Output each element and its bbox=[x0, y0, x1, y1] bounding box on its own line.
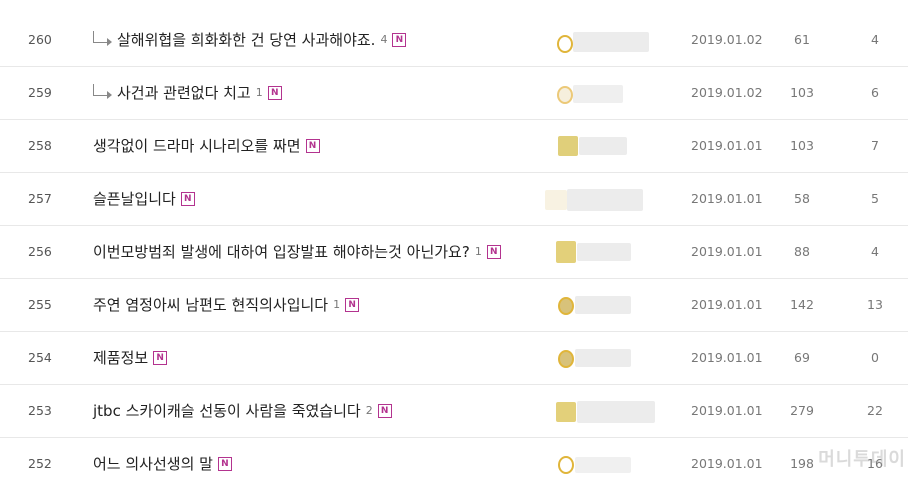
post-number: 255 bbox=[28, 297, 52, 312]
post-title-link[interactable]: 생각없이 드라마 시나리오를 짜면 bbox=[93, 137, 301, 155]
post-date: 2019.01.01 bbox=[691, 456, 763, 471]
post-date: 2019.01.02 bbox=[691, 32, 763, 47]
post-date: 2019.01.01 bbox=[691, 138, 763, 153]
writer-nickname-blurred[interactable] bbox=[553, 347, 663, 369]
table-row[interactable]: 260 살해위협을 희화화한 건 당연 사과해야죠. 4 N 2019.01.0… bbox=[0, 0, 908, 67]
view-count: 103 bbox=[790, 138, 814, 153]
view-count: 142 bbox=[790, 297, 814, 312]
table-row[interactable]: 254 제품정보 N 2019.01.01 69 0 bbox=[0, 332, 908, 385]
post-number: 254 bbox=[28, 350, 52, 365]
like-count: 4 bbox=[871, 32, 879, 47]
post-title-cell: 슬픈날입니다 N bbox=[93, 190, 195, 208]
post-title-link[interactable]: jtbc 스카이캐슬 선동이 사람을 죽였습니다 bbox=[93, 402, 361, 420]
new-badge-icon: N bbox=[486, 245, 501, 259]
comment-count[interactable]: 4 bbox=[380, 31, 387, 49]
post-title-link[interactable]: 사건과 관련없다 치고 bbox=[117, 84, 251, 102]
post-number: 257 bbox=[28, 191, 52, 206]
writer-nickname-blurred[interactable] bbox=[553, 135, 663, 157]
post-title-link[interactable]: 제품정보 bbox=[93, 349, 148, 367]
post-title-cell: 살해위협을 희화화한 건 당연 사과해야죠. 4 N bbox=[93, 31, 407, 49]
view-count: 103 bbox=[790, 85, 814, 100]
post-title-cell: 주연 염정아씨 남편도 현직의사입니다 1 N bbox=[93, 296, 360, 314]
post-title-cell: 사건과 관련없다 치고 1 N bbox=[93, 84, 282, 102]
view-count: 69 bbox=[794, 350, 810, 365]
new-badge-icon: N bbox=[345, 298, 360, 312]
table-row[interactable]: 258 생각없이 드라마 시나리오를 짜면 N 2019.01.01 103 7 bbox=[0, 120, 908, 173]
new-badge-icon: N bbox=[180, 192, 195, 206]
writer-nickname-blurred[interactable] bbox=[553, 400, 663, 423]
post-date: 2019.01.01 bbox=[691, 191, 763, 206]
new-badge-icon: N bbox=[305, 139, 320, 153]
comment-count[interactable]: 1 bbox=[333, 296, 340, 314]
like-count: 0 bbox=[871, 350, 879, 365]
like-count: 4 bbox=[871, 244, 879, 259]
post-number: 252 bbox=[28, 456, 52, 471]
new-badge-icon: N bbox=[267, 86, 282, 100]
table-row[interactable]: 255 주연 염정아씨 남편도 현직의사입니다 1 N 2019.01.01 1… bbox=[0, 279, 908, 332]
post-title-cell: 생각없이 드라마 시나리오를 짜면 N bbox=[93, 137, 320, 155]
post-title-cell: 제품정보 N bbox=[93, 349, 168, 367]
post-date: 2019.01.01 bbox=[691, 403, 763, 418]
like-count: 13 bbox=[867, 297, 883, 312]
view-count: 279 bbox=[790, 403, 814, 418]
new-badge-icon: N bbox=[392, 33, 407, 47]
table-row[interactable]: 259 사건과 관련없다 치고 1 N 2019.01.02 103 6 bbox=[0, 67, 908, 120]
like-count: 7 bbox=[871, 138, 879, 153]
like-count: 22 bbox=[867, 403, 883, 418]
table-row[interactable]: 253 jtbc 스카이캐슬 선동이 사람을 죽였습니다 2 N 2019.01… bbox=[0, 385, 908, 438]
writer-nickname-blurred[interactable] bbox=[545, 188, 655, 211]
view-count: 61 bbox=[794, 32, 810, 47]
writer-nickname-blurred[interactable] bbox=[553, 82, 663, 104]
new-badge-icon: N bbox=[377, 404, 392, 418]
view-count: 88 bbox=[794, 244, 810, 259]
like-count: 5 bbox=[871, 191, 879, 206]
reply-arrow-icon bbox=[93, 31, 112, 46]
table-row[interactable]: 257 슬픈날입니다 N 2019.01.01 58 5 bbox=[0, 173, 908, 226]
post-title-cell: 어느 의사선생의 말 N bbox=[93, 455, 232, 473]
comment-count[interactable]: 1 bbox=[475, 243, 482, 261]
post-title-link[interactable]: 어느 의사선생의 말 bbox=[93, 455, 213, 473]
post-number: 260 bbox=[28, 32, 52, 47]
post-date: 2019.01.01 bbox=[691, 350, 763, 365]
writer-nickname-blurred[interactable] bbox=[553, 241, 663, 263]
post-date: 2019.01.01 bbox=[691, 297, 763, 312]
post-number: 256 bbox=[28, 244, 52, 259]
post-number: 259 bbox=[28, 85, 52, 100]
post-number: 258 bbox=[28, 138, 52, 153]
post-list: 260 살해위협을 희화화한 건 당연 사과해야죠. 4 N 2019.01.0… bbox=[0, 0, 908, 491]
table-row[interactable]: 252 어느 의사선생의 말 N 2019.01.01 198 16 bbox=[0, 438, 908, 491]
writer-nickname-blurred[interactable] bbox=[553, 294, 663, 316]
post-date: 2019.01.02 bbox=[691, 85, 763, 100]
post-title-link[interactable]: 주연 염정아씨 남편도 현직의사입니다 bbox=[93, 296, 328, 314]
writer-nickname-blurred[interactable] bbox=[553, 31, 663, 53]
comment-count[interactable]: 1 bbox=[256, 84, 263, 102]
post-title-cell: jtbc 스카이캐슬 선동이 사람을 죽였습니다 2 N bbox=[93, 402, 392, 420]
post-title-link[interactable]: 살해위협을 희화화한 건 당연 사과해야죠. bbox=[117, 31, 375, 49]
reply-arrow-icon bbox=[93, 84, 112, 99]
view-count: 58 bbox=[794, 191, 810, 206]
post-title-link[interactable]: 슬픈날입니다 bbox=[93, 190, 176, 208]
comment-count[interactable]: 2 bbox=[366, 402, 373, 420]
table-row[interactable]: 256 이번모방범죄 발생에 대하여 입장발표 해야하는것 아닌가요? 1 N … bbox=[0, 226, 908, 279]
post-title-cell: 이번모방범죄 발생에 대하여 입장발표 해야하는것 아닌가요? 1 N bbox=[93, 243, 501, 261]
new-badge-icon: N bbox=[153, 351, 168, 365]
watermark-logo: 머니투데이 bbox=[818, 449, 906, 470]
like-count: 6 bbox=[871, 85, 879, 100]
post-date: 2019.01.01 bbox=[691, 244, 763, 259]
new-badge-icon: N bbox=[217, 457, 232, 471]
writer-nickname-blurred[interactable] bbox=[553, 453, 663, 475]
post-title-link[interactable]: 이번모방범죄 발생에 대하여 입장발표 해야하는것 아닌가요? bbox=[93, 243, 470, 261]
post-number: 253 bbox=[28, 403, 52, 418]
